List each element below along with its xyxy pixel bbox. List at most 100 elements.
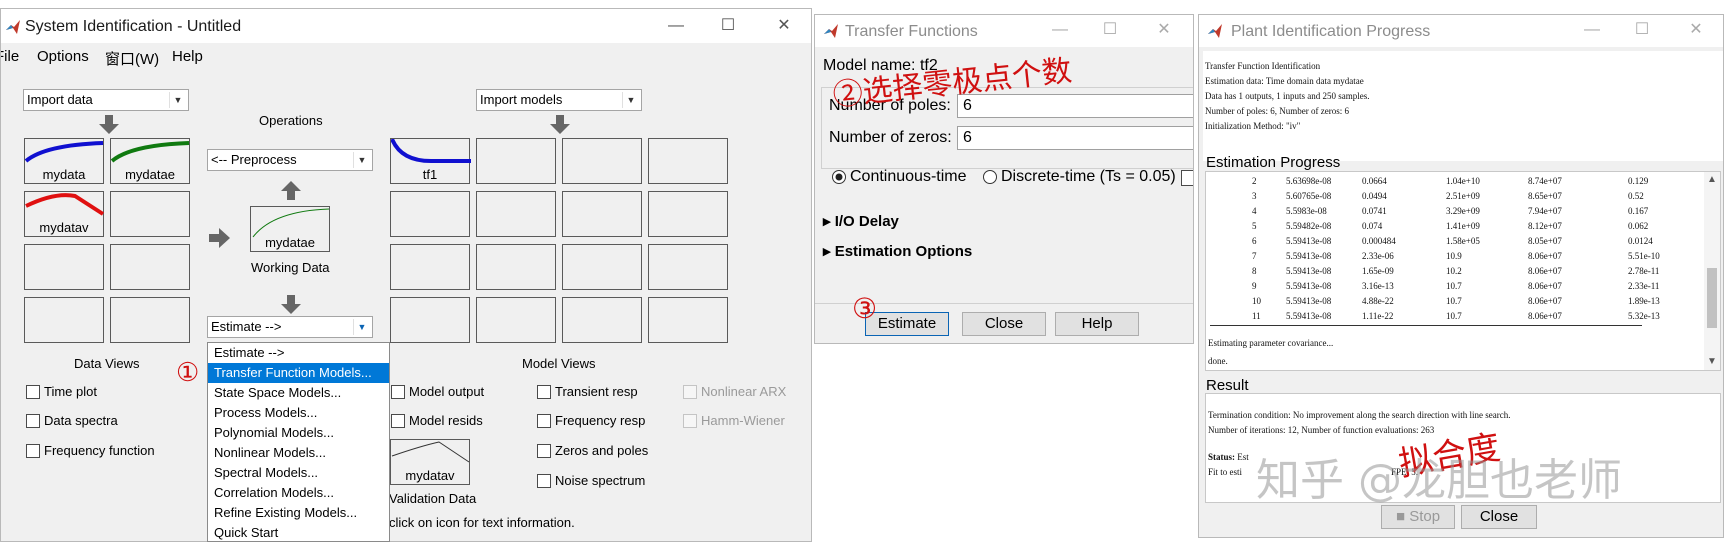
frequency-resp-checkbox[interactable] (537, 414, 551, 428)
table-cell: 5.59413e-08 (1286, 311, 1332, 321)
menu-item-refine[interactable]: Refine Existing Models... (208, 503, 389, 523)
empty-data-tile[interactable] (110, 297, 190, 343)
working-data-label: Working Data (251, 260, 330, 275)
data-tile-mydatav[interactable]: mydatav (24, 191, 105, 237)
scrollbar[interactable]: ▲ ▼ (1704, 172, 1720, 370)
empty-model-tile[interactable] (562, 297, 642, 343)
working-data-tile[interactable]: mydatae (250, 206, 330, 252)
table-cell: 1.65e-09 (1362, 266, 1394, 276)
time-plot-checkbox[interactable] (26, 385, 40, 399)
data-tile-label: mydata (42, 167, 86, 182)
estimate-button[interactable]: Estimate (865, 312, 949, 336)
ts-checkbox[interactable] (1181, 170, 1193, 186)
preprocess-dropdown[interactable]: <-- Preprocess ▼ (207, 149, 373, 171)
tf-help-button[interactable]: Help (1055, 312, 1139, 336)
transient-resp-checkbox[interactable] (537, 385, 551, 399)
menu-item-transfer-function[interactable]: Transfer Function Models... (208, 363, 389, 383)
menu-item-estimate[interactable]: Estimate --> (208, 343, 389, 363)
empty-data-tile[interactable] (110, 191, 190, 237)
menu-options[interactable]: Options (37, 48, 89, 65)
data-spectra-checkbox[interactable] (26, 414, 40, 428)
empty-data-tile[interactable] (24, 244, 104, 290)
empty-model-tile[interactable] (476, 138, 556, 184)
minimize-icon[interactable]: — (659, 13, 693, 39)
model-views-label: Model Views (522, 356, 596, 371)
empty-model-tile[interactable] (648, 138, 728, 184)
import-models-dropdown[interactable]: Import models ▼ (476, 89, 642, 111)
minimize-icon[interactable]: — (1043, 17, 1077, 43)
zeros-poles-checkbox[interactable] (537, 444, 551, 458)
scroll-down-icon[interactable]: ▼ (1707, 356, 1717, 367)
empty-model-tile[interactable] (390, 297, 470, 343)
data-tile-mydata[interactable]: mydata (24, 138, 104, 184)
minimize-icon[interactable]: — (1575, 17, 1609, 43)
table-cell: 2.33e-06 (1362, 251, 1394, 261)
maximize-icon[interactable]: ☐ (1625, 17, 1659, 43)
model-resids-checkbox[interactable] (391, 414, 405, 428)
close-icon[interactable]: ✕ (767, 13, 801, 39)
progress-close-button[interactable]: Close (1461, 505, 1537, 529)
estimation-options-section[interactable]: ▸ Estimation Options (823, 242, 972, 260)
noise-spectrum-checkbox[interactable] (537, 474, 551, 488)
menu-file[interactable]: File (1, 48, 19, 65)
data-tile-label: mydatav (39, 220, 89, 235)
empty-model-tile[interactable] (476, 244, 556, 290)
chevron-down-icon: ▼ (353, 152, 370, 168)
menu-window[interactable]: 窗口(W) (105, 48, 159, 69)
empty-model-tile[interactable] (648, 297, 728, 343)
tf-titlebar[interactable]: Transfer Functions — ☐ ✕ (815, 15, 1193, 47)
tf-title: Transfer Functions (845, 23, 978, 40)
empty-model-tile[interactable] (648, 244, 728, 290)
model-output-checkbox[interactable] (391, 385, 405, 399)
sysid-titlebar[interactable]: System Identification - Untitled — ☐ ✕ (1, 9, 811, 43)
empty-model-tile[interactable] (390, 244, 470, 290)
menu-item-state-space[interactable]: State Space Models... (208, 383, 389, 403)
table-cell: 5.59413e-08 (1286, 296, 1332, 306)
menu-item-nonlinear[interactable]: Nonlinear Models... (208, 443, 389, 463)
menu-item-spectral[interactable]: Spectral Models... (208, 463, 389, 483)
chevron-down-icon: ▼ (622, 92, 639, 108)
chevron-down-icon: ▼ (353, 319, 370, 335)
close-icon[interactable]: ✕ (1147, 17, 1181, 43)
validation-data-tile[interactable]: mydatav (390, 439, 470, 485)
empty-model-tile[interactable] (390, 191, 470, 237)
empty-data-tile[interactable] (24, 297, 104, 343)
frequency-function-checkbox[interactable] (26, 444, 40, 458)
nonlinear-arx-checkbox[interactable] (683, 385, 697, 399)
zeros-input[interactable]: 6 (957, 126, 1193, 150)
menu-item-correlation[interactable]: Correlation Models... (208, 483, 389, 503)
maximize-icon[interactable]: ☐ (711, 13, 745, 39)
fit-line: Fit to esti (1208, 467, 1242, 477)
scroll-thumb[interactable] (1707, 268, 1717, 328)
menu-item-quick-start[interactable]: Quick Start (208, 523, 389, 543)
matlab-icon (1208, 24, 1222, 38)
discrete-radio[interactable] (982, 169, 998, 185)
close-icon[interactable]: ✕ (1679, 17, 1713, 43)
empty-model-tile[interactable] (648, 191, 728, 237)
empty-model-tile[interactable] (562, 191, 642, 237)
empty-model-tile[interactable] (476, 191, 556, 237)
estimate-dropdown[interactable]: Estimate --> ▼ (207, 316, 373, 338)
table-cell: 8.74e+07 (1528, 176, 1562, 186)
import-data-dropdown[interactable]: Import data ▼ (23, 89, 189, 111)
empty-data-tile[interactable] (110, 244, 190, 290)
continuous-radio[interactable] (831, 169, 847, 185)
model-resids-label: Model resids (409, 413, 483, 428)
menu-item-process[interactable]: Process Models... (208, 403, 389, 423)
empty-model-tile[interactable] (562, 138, 642, 184)
progress-titlebar[interactable]: Plant Identification Progress — ☐ ✕ (1199, 15, 1723, 47)
model-tile-tf1[interactable]: tf1 (390, 138, 471, 184)
hamm-wiener-checkbox[interactable] (683, 414, 697, 428)
data-tile-mydatae[interactable]: mydatae (110, 138, 190, 184)
maximize-icon[interactable]: ☐ (1093, 17, 1127, 43)
empty-model-tile[interactable] (562, 244, 642, 290)
menu-help[interactable]: Help (172, 48, 203, 65)
io-delay-section[interactable]: ▸ I/O Delay (823, 212, 899, 230)
table-cell: 1.41e+09 (1446, 221, 1480, 231)
table-cell: 8.65e+07 (1528, 191, 1562, 201)
scroll-up-icon[interactable]: ▲ (1707, 174, 1717, 185)
stop-button[interactable]: ■ Stop (1381, 505, 1455, 529)
empty-model-tile[interactable] (476, 297, 556, 343)
menu-item-polynomial[interactable]: Polynomial Models... (208, 423, 389, 443)
tf-close-button[interactable]: Close (962, 312, 1046, 336)
